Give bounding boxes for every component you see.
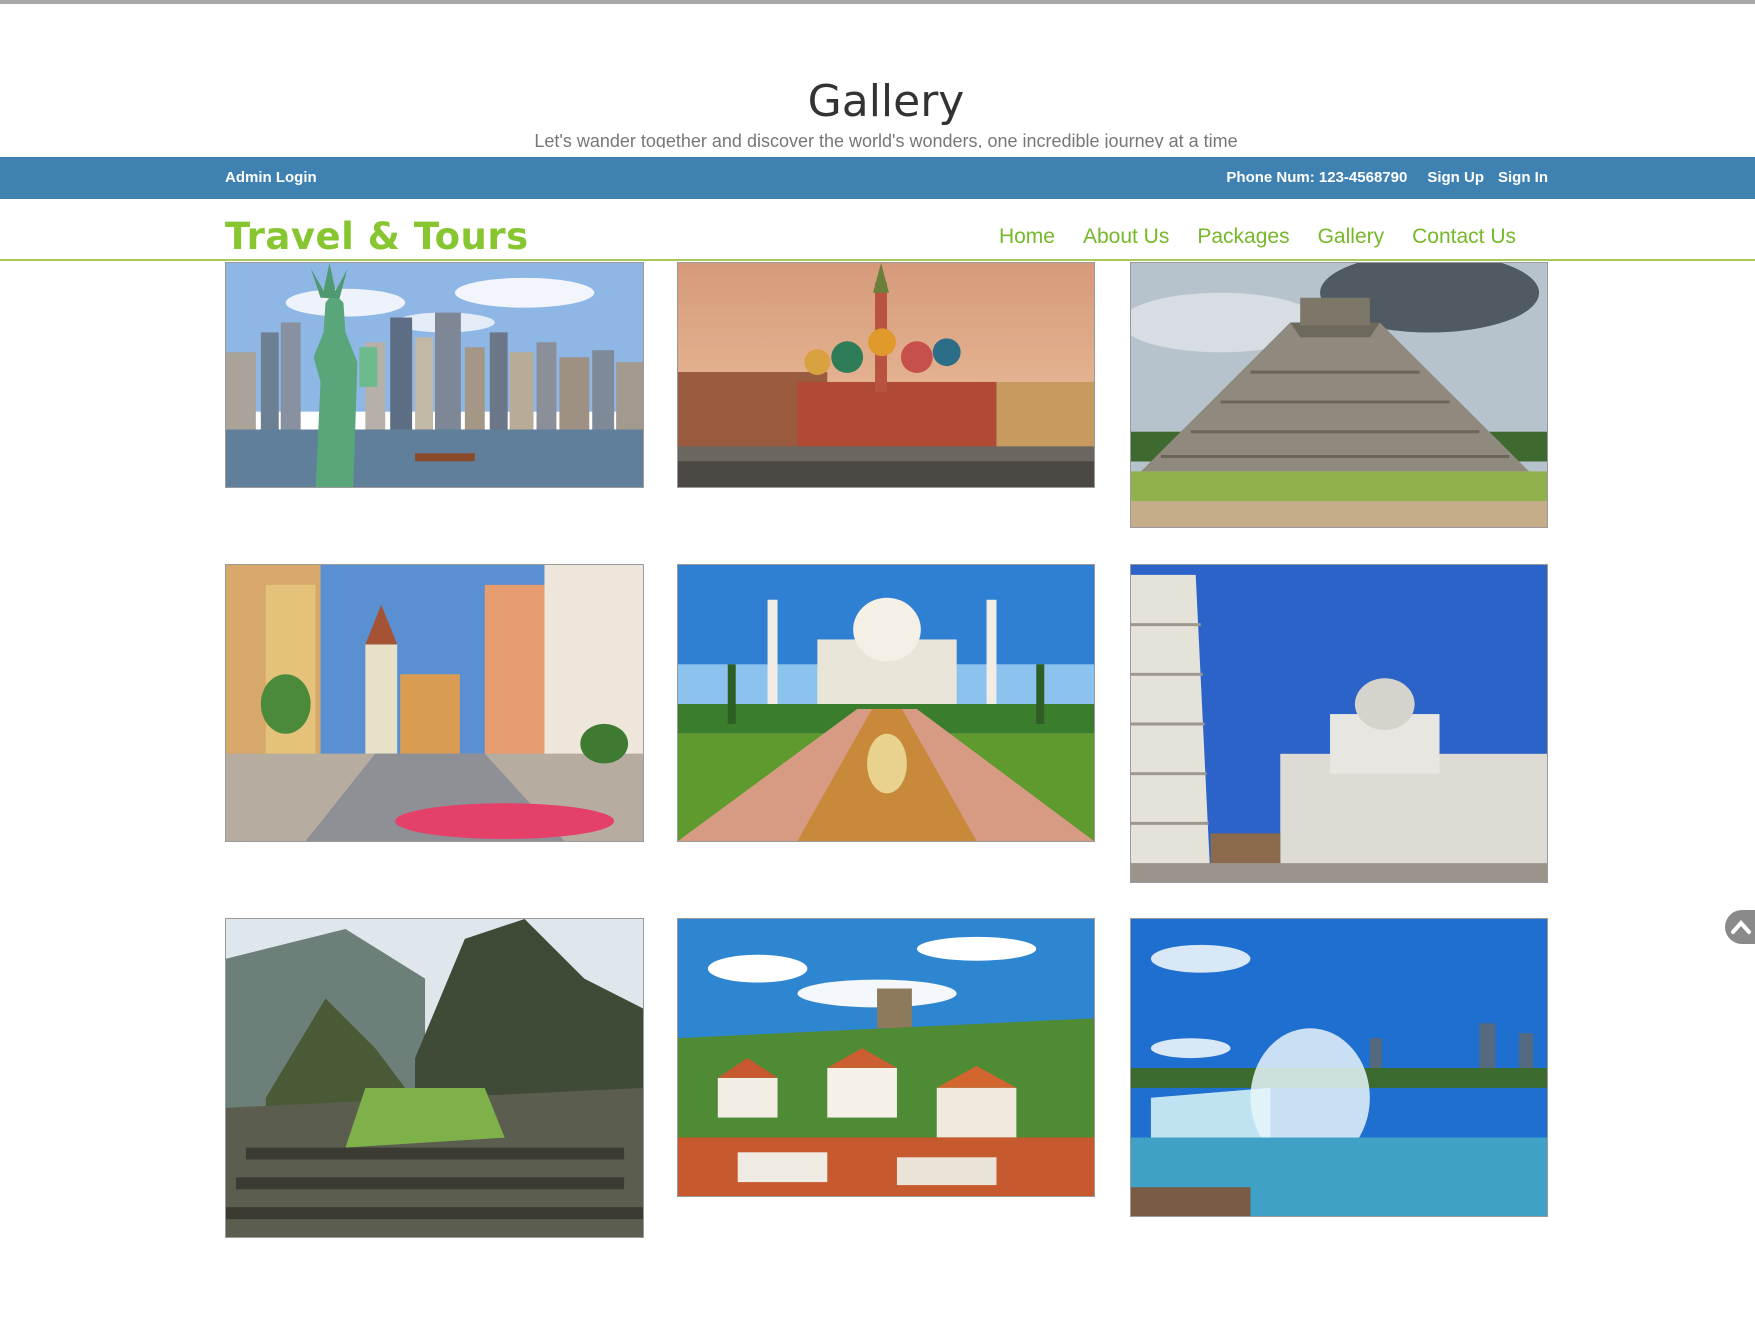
nav-contact-us[interactable]: Contact Us: [1412, 225, 1516, 249]
taj-mahal-photo: [678, 565, 1094, 841]
chichen-itza-photo: [1131, 263, 1547, 527]
nav-about-us[interactable]: About Us: [1083, 225, 1169, 249]
site-logo[interactable]: Travel & Tours: [225, 215, 529, 258]
gallery-image-moscow[interactable]: [677, 262, 1095, 488]
gallery-image-village[interactable]: [677, 918, 1095, 1197]
nav-home[interactable]: Home: [999, 225, 1055, 249]
account-links: Phone Num: 123-4568790 Sign Up Sign In: [1226, 169, 1548, 186]
sign-in-link[interactable]: Sign In: [1498, 169, 1548, 186]
rothenburg-photo: [226, 565, 643, 841]
chevron-up-icon: [1731, 919, 1751, 934]
village-photo: [678, 919, 1094, 1196]
top-info-bar: Admin Login Phone Num: 123-4568790 Sign …: [0, 157, 1755, 199]
page-subtitle: Let's wander together and discover the w…: [534, 131, 1238, 148]
gallery-image-machu-picchu[interactable]: [225, 918, 644, 1238]
page-title: Gallery: [807, 76, 965, 127]
gallery-image-chichen-itza[interactable]: [1130, 262, 1548, 528]
admin-login-link[interactable]: Admin Login: [225, 169, 317, 186]
main-navbar: Travel & Tours Home About Us Packages Ga…: [0, 199, 1755, 261]
main-nav: Home About Us Packages Gallery Contact U…: [999, 225, 1516, 249]
pisa-photo: [1131, 565, 1547, 882]
scroll-to-top-button[interactable]: [1725, 910, 1755, 944]
gallery-image-new-york[interactable]: [225, 262, 644, 488]
gallery-image-pisa[interactable]: [1130, 564, 1548, 883]
moscow-photo: [678, 263, 1094, 487]
phone-number: Phone Num: 123-4568790: [1226, 169, 1408, 186]
nav-packages[interactable]: Packages: [1197, 225, 1289, 249]
new-york-photo: [226, 263, 643, 487]
niagara-photo: [1131, 919, 1547, 1216]
gallery-image-taj-mahal[interactable]: [677, 564, 1095, 842]
nav-gallery[interactable]: Gallery: [1318, 225, 1385, 249]
sign-up-link[interactable]: Sign Up: [1427, 169, 1484, 186]
gallery-image-rothenburg[interactable]: [225, 564, 644, 842]
top-border: [0, 0, 1755, 4]
machu-picchu-photo: [226, 919, 643, 1237]
gallery-image-niagara[interactable]: [1130, 918, 1548, 1217]
